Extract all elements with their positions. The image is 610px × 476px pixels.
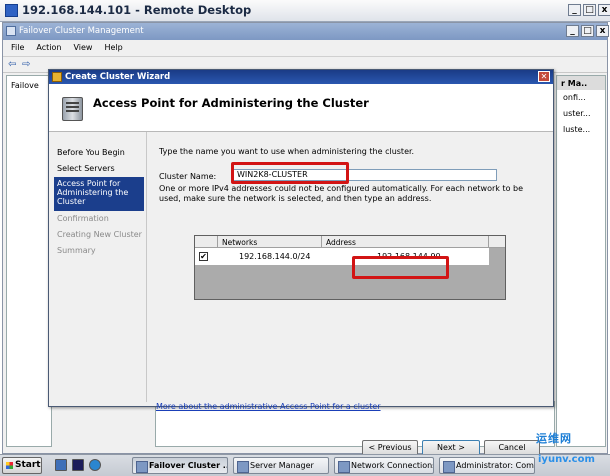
wizard-icon bbox=[52, 72, 62, 82]
wizard-close-icon[interactable]: ✕ bbox=[538, 71, 550, 82]
step-select-servers[interactable]: Select Servers bbox=[54, 161, 144, 177]
menu-file[interactable]: File bbox=[11, 43, 24, 55]
close-icon[interactable]: x bbox=[598, 4, 610, 16]
server-manager-quicklaunch-icon[interactable] bbox=[55, 459, 67, 471]
header-address[interactable]: Address bbox=[326, 238, 356, 247]
watermark-logo: 运维网 bbox=[536, 432, 572, 445]
wizard-title: Create Cluster Wizard bbox=[65, 72, 171, 82]
wizard-titlebar: Create Cluster Wizard ✕ bbox=[49, 70, 553, 84]
fcm-titlebar: Failover Cluster Management _ □ x bbox=[3, 23, 609, 40]
fcm-restore-icon[interactable]: □ bbox=[581, 25, 594, 37]
networks-table-header: Networks Address bbox=[195, 236, 505, 248]
taskbar-item-administrator-cmd[interactable]: Administrator: Com... bbox=[439, 457, 535, 474]
fcm-window-controls: _ □ x bbox=[566, 25, 609, 37]
network-cell: 192.168.144.0/24 bbox=[239, 252, 311, 261]
networks-table: Networks Address ✔ 192.168.144.0/24 192.… bbox=[194, 235, 506, 300]
create-cluster-wizard-dialog: Create Cluster Wizard ✕ Access Point for… bbox=[48, 69, 554, 456]
step-confirmation: Confirmation bbox=[57, 214, 109, 223]
cluster-name-label: Cluster Name: bbox=[159, 172, 217, 181]
header-networks[interactable]: Networks bbox=[222, 238, 257, 247]
step-before-you-begin[interactable]: Before You Begin bbox=[54, 145, 144, 161]
action-item[interactable]: luste... bbox=[557, 122, 605, 138]
taskbar: Start Failover Cluster ... Server Manage… bbox=[0, 454, 610, 476]
tree-root-item[interactable]: Failove bbox=[11, 81, 39, 90]
fcm-menubar: File Action View Help bbox=[3, 41, 607, 55]
fcm-tree-pane: Failove bbox=[6, 75, 52, 447]
instruction-text: Type the name you want to use when admin… bbox=[159, 147, 415, 156]
back-arrow-icon[interactable]: ⇦ bbox=[8, 59, 16, 70]
step-summary: Summary bbox=[57, 246, 96, 255]
fcm-app-icon bbox=[6, 26, 16, 36]
powershell-quicklaunch-icon[interactable] bbox=[72, 459, 84, 471]
minimize-icon[interactable]: _ bbox=[568, 4, 581, 16]
server-icon bbox=[62, 97, 83, 121]
taskbar-item-failover-cluster[interactable]: Failover Cluster ... bbox=[132, 457, 228, 474]
remote-desktop-title: 192.168.144.101 - Remote Desktop bbox=[22, 3, 252, 17]
action-item[interactable]: uster... bbox=[557, 106, 605, 122]
start-button[interactable]: Start bbox=[2, 457, 42, 474]
remote-desktop-window-controls: _ □ x bbox=[568, 4, 610, 16]
highlight-address bbox=[352, 256, 449, 279]
network-checkbox[interactable]: ✔ bbox=[199, 252, 208, 261]
watermark-url: iyunv.com bbox=[538, 454, 595, 465]
taskbar-item-server-manager[interactable]: Server Manager bbox=[233, 457, 329, 474]
wizard-step-list: Before You Begin Select Servers Access P… bbox=[54, 145, 144, 259]
action-item[interactable]: onfi... bbox=[557, 90, 605, 106]
fcm-actions-pane: r Ma.. onfi... uster... luste... bbox=[556, 75, 606, 447]
wizard-header: Access Point for Administering the Clust… bbox=[49, 84, 553, 132]
wizard-content: Type the name you want to use when admin… bbox=[146, 132, 553, 456]
watermark: 运维网 iyunv.com bbox=[532, 428, 608, 474]
step-access-point[interactable]: Access Point for Administering the Clust… bbox=[54, 177, 144, 211]
menu-help[interactable]: Help bbox=[104, 43, 122, 55]
fcm-title: Failover Cluster Management bbox=[19, 26, 144, 36]
fcm-minimize-icon[interactable]: _ bbox=[566, 25, 579, 37]
forward-arrow-icon[interactable]: ⇨ bbox=[22, 59, 30, 70]
ipv4-note: One or more IPv4 addresses could not be … bbox=[159, 184, 524, 203]
wizard-heading: Access Point for Administering the Clust… bbox=[93, 96, 369, 110]
menu-action[interactable]: Action bbox=[36, 43, 61, 55]
actions-header: r Ma.. bbox=[557, 76, 605, 90]
taskbar-item-network-connections[interactable]: Network Connections bbox=[334, 457, 434, 474]
ie-quicklaunch-icon[interactable] bbox=[89, 459, 101, 471]
menu-view[interactable]: View bbox=[73, 43, 92, 55]
highlight-cluster-name bbox=[231, 162, 349, 184]
remote-desktop-icon bbox=[5, 4, 18, 17]
step-creating-new-cluster: Creating New Cluster bbox=[57, 230, 142, 239]
content-divider bbox=[146, 132, 147, 402]
remote-desktop-titlebar: 192.168.144.101 - Remote Desktop _ □ x bbox=[0, 0, 610, 22]
access-point-help-link[interactable]: More about the administrative Access Poi… bbox=[156, 402, 381, 411]
restore-icon[interactable]: □ bbox=[583, 4, 596, 16]
fcm-close-icon[interactable]: x bbox=[596, 25, 609, 37]
